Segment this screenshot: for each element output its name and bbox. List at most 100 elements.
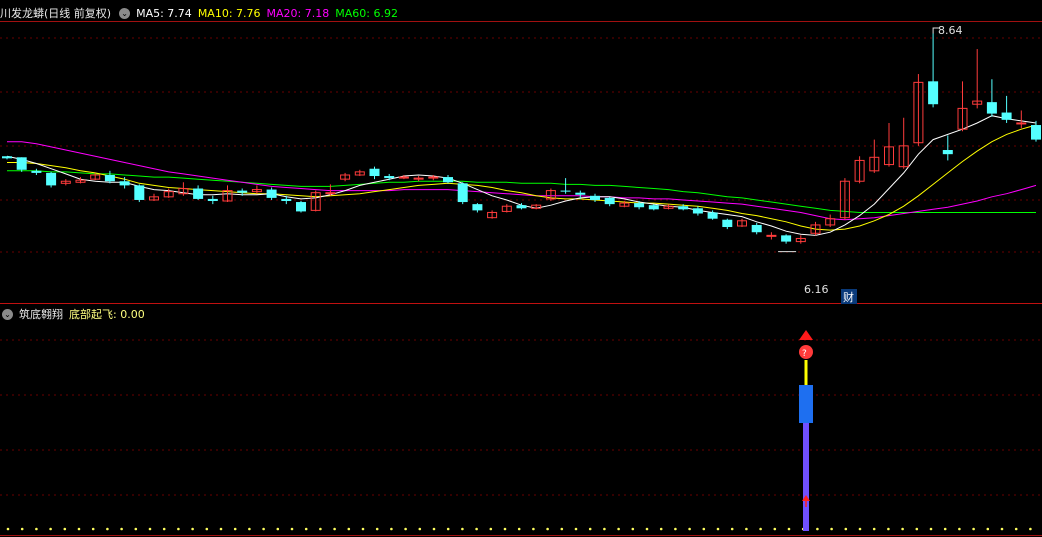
- candle-body: [634, 203, 645, 208]
- baseline-dot: [304, 527, 308, 531]
- candle[interactable]: [854, 156, 865, 184]
- candle[interactable]: [957, 81, 968, 132]
- baseline-dot: [177, 527, 180, 531]
- candle-body: [296, 202, 306, 212]
- candle[interactable]: [149, 193, 159, 202]
- candle-body: [1031, 125, 1041, 140]
- candle[interactable]: [1016, 110, 1027, 129]
- finance-tag[interactable]: 财: [843, 290, 854, 304]
- baseline-dot: [730, 527, 734, 531]
- baseline-dot: [219, 527, 223, 531]
- candle[interactable]: [501, 204, 512, 213]
- candle[interactable]: [751, 222, 762, 235]
- candle[interactable]: [443, 174, 453, 184]
- candle[interactable]: [604, 196, 615, 207]
- candle[interactable]: [722, 218, 733, 230]
- baseline-dot: [205, 527, 209, 531]
- candle[interactable]: [296, 201, 306, 213]
- baseline-dot: [77, 527, 81, 531]
- candle[interactable]: [825, 214, 836, 228]
- main-panel-header: 川发龙蟒(日线 前复权) ⌄ MA5: 7.74 MA10: 7.76 MA20…: [0, 2, 404, 24]
- baseline-dot: [361, 527, 365, 531]
- candle-body: [722, 219, 733, 228]
- candle[interactable]: [590, 193, 600, 203]
- candle[interactable]: [46, 171, 57, 188]
- stock-chart-canvas[interactable]: 8.64 6.16 财 ?: [0, 0, 1042, 537]
- candle[interactable]: [839, 178, 850, 220]
- baseline-dot: [6, 527, 10, 531]
- candle[interactable]: [1001, 95, 1012, 123]
- candle[interactable]: [869, 139, 880, 173]
- baseline-dot: [972, 527, 975, 531]
- candle[interactable]: [766, 232, 777, 240]
- candle[interactable]: [2, 156, 12, 160]
- candle[interactable]: [354, 169, 365, 177]
- baseline-dot: [958, 527, 961, 531]
- baseline-dot: [489, 527, 493, 531]
- baseline-dot: [375, 527, 379, 531]
- candle-body: [237, 190, 248, 193]
- candle[interactable]: [884, 122, 894, 167]
- candle[interactable]: [266, 187, 277, 200]
- baseline-dot: [134, 527, 138, 531]
- candle[interactable]: [1031, 120, 1041, 142]
- candle[interactable]: [60, 179, 71, 186]
- candle[interactable]: [207, 195, 218, 205]
- candle-body: [428, 176, 439, 179]
- baseline-dot: [631, 527, 635, 531]
- sub-indicator-panel: ?: [6, 330, 1032, 531]
- candle[interactable]: [457, 182, 468, 205]
- candle[interactable]: [928, 33, 939, 108]
- candle[interactable]: [472, 203, 483, 213]
- candle[interactable]: [545, 188, 556, 202]
- baseline-dot: [858, 527, 862, 531]
- candle[interactable]: [972, 49, 983, 109]
- signal-up-arrow-icon: [799, 330, 813, 340]
- candle-body: [942, 150, 953, 155]
- candle[interactable]: [251, 185, 262, 194]
- candle[interactable]: [531, 204, 542, 210]
- candle-body: [575, 192, 586, 195]
- candle[interactable]: [16, 157, 27, 172]
- price-grid: [0, 21, 1042, 536]
- chevron-down-icon[interactable]: ⌄: [2, 308, 13, 320]
- candle[interactable]: [310, 190, 321, 212]
- candle[interactable]: [369, 166, 380, 180]
- candle[interactable]: [487, 210, 498, 219]
- candle[interactable]: [692, 206, 703, 216]
- ma20-label: MA20: 7.18: [266, 6, 330, 20]
- baseline-dot: [773, 527, 777, 531]
- candle-body: [207, 198, 218, 202]
- candle-body: [16, 157, 27, 170]
- baseline-dot: [290, 527, 294, 531]
- chevron-down-icon[interactable]: ⌄: [119, 7, 131, 19]
- candle-body: [928, 81, 939, 105]
- candle[interactable]: [134, 184, 145, 203]
- candle[interactable]: [986, 79, 997, 117]
- candle[interactable]: [913, 74, 924, 146]
- candle[interactable]: [560, 178, 571, 194]
- candle[interactable]: [781, 234, 792, 244]
- candle[interactable]: [795, 235, 806, 244]
- candle-body: [751, 224, 762, 233]
- candle[interactable]: [384, 173, 395, 181]
- candle[interactable]: [193, 185, 204, 200]
- low-price-label: 6.16: [804, 283, 829, 296]
- baseline-dot: [517, 527, 521, 531]
- sub-panel-title: 筑底翱翔: [19, 308, 63, 321]
- candle-body: [516, 205, 527, 209]
- baseline-dot: [418, 527, 422, 531]
- candle[interactable]: [942, 135, 953, 161]
- candle-body: [281, 198, 292, 202]
- candle[interactable]: [340, 172, 351, 182]
- baseline-dot: [248, 527, 251, 531]
- candle[interactable]: [898, 117, 909, 169]
- signal-stem-yellow: [804, 360, 808, 386]
- baseline-dot: [943, 527, 947, 531]
- candle[interactable]: [104, 170, 115, 184]
- candle[interactable]: [413, 176, 424, 182]
- candle[interactable]: [737, 218, 747, 228]
- candle[interactable]: [31, 168, 42, 175]
- candle-body: [986, 102, 997, 114]
- baseline-dot: [1000, 527, 1004, 531]
